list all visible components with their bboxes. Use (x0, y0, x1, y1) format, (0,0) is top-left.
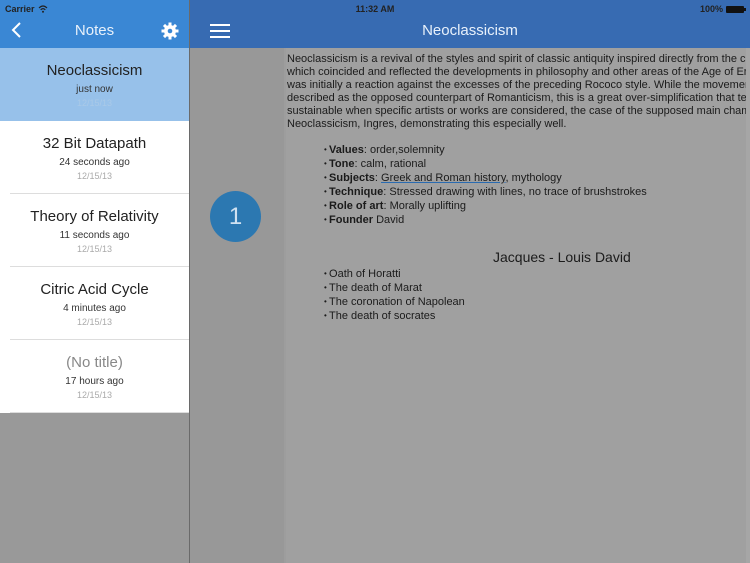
notes-list: Neoclassicism just now 12/15/13 32 Bit Data… (0, 48, 189, 413)
attribute-value: David (376, 214, 405, 226)
attribute-item: Tone: calm, rational (324, 157, 647, 171)
note-title: Neoclassicism (422, 22, 518, 39)
paragraph-line: which coincided and reflected the develo… (287, 66, 750, 78)
note-item-modified: 4 minutes ago (63, 303, 126, 314)
attribute-label: Technique (329, 186, 384, 198)
attribute-item: Role of art: Morally uplifting (324, 199, 647, 213)
note-item-date: 12/15/13 (76, 317, 113, 327)
attribute-value: , mythology (505, 172, 562, 184)
attribute-item: Founder David (324, 213, 647, 227)
note-item-modified: 17 hours ago (65, 376, 124, 387)
note-item-date: 12/15/13 (76, 244, 113, 254)
note-list-item[interactable]: 32 Bit Datapath 24 seconds ago 12/15/13 (0, 121, 189, 194)
work-item: Oath of Horatti (324, 267, 465, 281)
attribute-value: Morally uplifting (389, 200, 466, 212)
intro-paragraph: Neoclassicism is a revival of the styles… (287, 53, 750, 131)
paragraph-line: Neoclassicism is a revival of the styles… (287, 53, 750, 65)
works-list: Oath of HorattiThe death of MaratThe cor… (324, 267, 465, 323)
note-item-title: (No title) (66, 354, 123, 371)
notes-sidebar: Notes Neoclassicism just now 12/15/13 32 Bi… (0, 0, 189, 563)
attribute-label: Role of art (329, 200, 384, 212)
attribute-item: Technique: Stressed drawing with lines, … (324, 185, 647, 199)
scroll-edge (746, 48, 750, 563)
page-number-badge[interactable]: 1 (210, 191, 261, 242)
attribute-value: order,solemnity (370, 144, 445, 156)
status-bar: Carrier 11:32 AM 100% (0, 0, 750, 17)
paragraph-line: Neoclassicism, Ingres, demonstrating thi… (287, 118, 567, 130)
note-item-modified: 11 seconds ago (59, 230, 130, 241)
attribute-link[interactable]: Greek and Roman history (381, 172, 506, 184)
attribute-label: Values (329, 144, 364, 156)
gear-icon[interactable] (161, 22, 179, 40)
attribute-value: calm, rational (360, 158, 427, 170)
attribute-label: Founder (329, 214, 374, 226)
note-item-title: Theory of Relativity (30, 208, 159, 225)
painter-heading: Jacques - Louis David (493, 249, 631, 265)
attribute-value: Stressed drawing with lines, no trace of… (389, 186, 647, 198)
work-item: The coronation of Napolean (324, 295, 465, 309)
attribute-item: Values: order,solemnity (324, 143, 647, 157)
attribute-label: Subjects (329, 172, 375, 184)
paragraph-line: was initially a reaction against the exc… (287, 79, 749, 91)
attribute-item: Subjects: Greek and Roman history, mytho… (324, 171, 647, 185)
paragraph-line: described as the opposed counterpart of … (287, 92, 750, 104)
note-item-date: 12/15/13 (76, 390, 113, 400)
note-item-title: 32 Bit Datapath (42, 135, 147, 152)
work-item: The death of socrates (324, 309, 465, 323)
note-list-item[interactable]: Citric Acid Cycle 4 minutes ago 12/15/13 (0, 267, 189, 340)
document-content[interactable]: Neoclassicism is a revival of the styles… (286, 48, 750, 563)
battery-icon (726, 5, 746, 13)
note-detail: Neoclassicism 1 Neoclassicism is a reviv… (190, 0, 750, 563)
note-item-date: 12/15/13 (76, 98, 113, 108)
note-list-item[interactable]: Theory of Relativity 11 seconds ago 12/15/… (0, 194, 189, 267)
battery-indicator: 100% (699, 4, 746, 14)
attributes-list: Values: order,solemnityTone: calm, ratio… (324, 143, 647, 227)
paragraph-line: sustainable when specific artists or wor… (287, 105, 750, 117)
note-item-title: Citric Acid Cycle (40, 281, 149, 298)
note-item-title: Neoclassicism (46, 62, 143, 79)
note-item-modified: 24 seconds ago (59, 157, 130, 168)
work-item: The death of Marat (324, 281, 465, 295)
battery-percent: 100% (699, 4, 723, 14)
page-gutter: 1 (190, 48, 284, 563)
note-list-item[interactable]: Neoclassicism just now 12/15/13 (0, 48, 189, 121)
note-item-date: 12/15/13 (76, 171, 113, 181)
note-list-item[interactable]: (No title) 17 hours ago 12/15/13 (0, 340, 189, 413)
note-item-modified: just now (76, 84, 113, 95)
attribute-label: Tone (329, 158, 355, 170)
clock: 11:32 AM (355, 4, 395, 14)
